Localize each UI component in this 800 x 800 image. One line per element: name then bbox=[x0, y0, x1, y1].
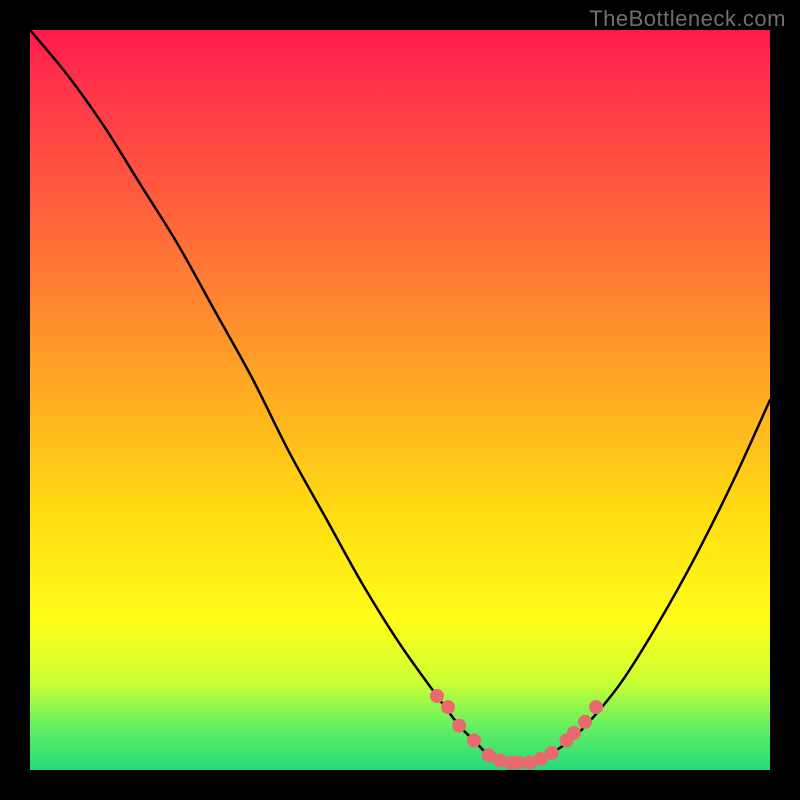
highlight-dot-group bbox=[430, 689, 603, 770]
highlight-dot bbox=[430, 689, 444, 703]
chart-frame: TheBottleneck.com bbox=[0, 0, 800, 800]
highlight-dot bbox=[567, 726, 581, 740]
highlight-dot bbox=[578, 715, 592, 729]
highlight-dot bbox=[589, 700, 603, 714]
highlight-dot bbox=[467, 733, 481, 747]
bottleneck-curve-svg bbox=[30, 30, 770, 770]
watermark-text: TheBottleneck.com bbox=[589, 6, 786, 32]
highlight-dot bbox=[452, 719, 466, 733]
highlight-dot bbox=[441, 700, 455, 714]
highlight-dot bbox=[545, 746, 559, 760]
bottleneck-curve-line bbox=[30, 30, 770, 763]
plot-area bbox=[30, 30, 770, 770]
